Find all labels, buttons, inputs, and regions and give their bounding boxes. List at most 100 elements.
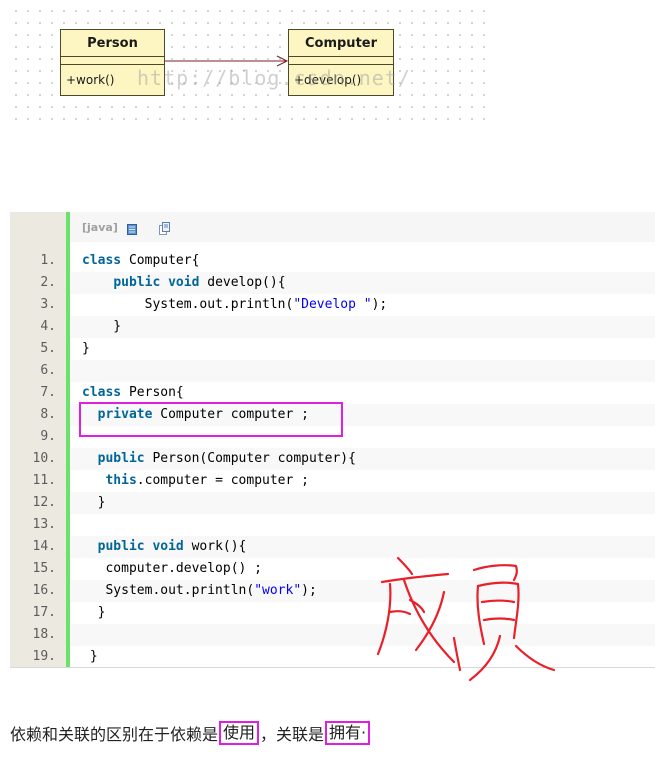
code-keyword: class bbox=[82, 253, 122, 268]
uml-diagram: Person +work() Computer +develop() http:… bbox=[10, 5, 488, 123]
code-token: ); bbox=[371, 297, 388, 312]
code-token: } bbox=[82, 341, 90, 356]
code-token: computer.develop() ; bbox=[82, 561, 263, 576]
uml-class-name: Person bbox=[61, 30, 164, 57]
code-text: } bbox=[82, 646, 98, 668]
uml-attributes-compartment bbox=[289, 57, 393, 65]
code-token: System.out.println( bbox=[82, 583, 255, 598]
line-number: 3. bbox=[40, 297, 56, 312]
code-text: } bbox=[82, 602, 106, 624]
line-number: 4. bbox=[40, 319, 56, 334]
line-number: 11. bbox=[32, 473, 56, 488]
code-keyword: void bbox=[152, 539, 184, 554]
code-text: } bbox=[82, 316, 121, 338]
line-number: 2. bbox=[40, 275, 56, 290]
language-label: [java] bbox=[82, 220, 118, 234]
code-text: this.computer = computer ; bbox=[82, 470, 309, 492]
code-keyword: public bbox=[97, 539, 145, 554]
code-token: System.out.println( bbox=[82, 297, 294, 312]
code-text: } bbox=[82, 338, 90, 360]
code-text: public void develop(){ bbox=[82, 272, 286, 294]
code-line: 7. class Person{ bbox=[10, 382, 655, 404]
line-number: 6. bbox=[40, 363, 56, 378]
code-text: class Computer{ bbox=[82, 250, 199, 272]
uml-class-name: Computer bbox=[289, 30, 393, 57]
code-text: public void work(){ bbox=[82, 536, 247, 558]
code-text: class Person{ bbox=[82, 382, 184, 404]
code-line: 5.} bbox=[10, 338, 655, 360]
code-token: .computer = computer ; bbox=[136, 473, 309, 488]
highlight-owns: 拥有· bbox=[325, 721, 371, 745]
note-text: ，关联是 bbox=[260, 725, 325, 744]
code-line: 11. this.computer = computer ; bbox=[10, 470, 655, 492]
line-number: 9. bbox=[40, 429, 56, 444]
code-token: } bbox=[82, 495, 106, 510]
code-string: "Develop " bbox=[293, 297, 372, 312]
code-keyword: public bbox=[97, 451, 145, 466]
code-toolbar: [java] bbox=[70, 212, 655, 242]
line-number: 15. bbox=[32, 561, 56, 576]
line-number: 10. bbox=[32, 451, 56, 466]
code-token: ); bbox=[301, 583, 317, 598]
line-number: 16. bbox=[32, 583, 56, 598]
code-line: 2. public void develop(){ bbox=[10, 272, 655, 294]
code-line-background bbox=[70, 514, 655, 536]
code-token: work(){ bbox=[183, 539, 247, 554]
code-line: 4. } bbox=[10, 316, 655, 338]
code-line-background bbox=[70, 492, 655, 514]
code-line-background bbox=[70, 316, 655, 338]
line-number: 14. bbox=[32, 539, 56, 554]
code-token: develop(){ bbox=[199, 275, 286, 290]
code-text: public Person(Computer computer){ bbox=[82, 448, 356, 470]
line-number: 13. bbox=[32, 517, 56, 532]
code-line-background bbox=[70, 646, 655, 668]
code-line: 13. bbox=[10, 514, 655, 536]
field-highlight-box bbox=[79, 402, 343, 437]
code-line-background bbox=[70, 338, 655, 360]
code-line-background bbox=[70, 624, 655, 646]
code-keyword: class bbox=[82, 385, 122, 400]
code-string: "work" bbox=[254, 583, 302, 598]
line-number: 7. bbox=[40, 385, 56, 400]
line-number: 12. bbox=[32, 495, 56, 510]
view-source-icon[interactable] bbox=[126, 221, 138, 235]
code-text: System.out.println("work"); bbox=[82, 580, 317, 602]
line-number: 5. bbox=[40, 341, 56, 356]
line-number: 1. bbox=[40, 253, 56, 268]
code-block: [java] 1. class Computer{2. public void d… bbox=[10, 212, 655, 682]
code-line: 12. } bbox=[10, 492, 655, 514]
code-token: } bbox=[82, 605, 106, 620]
uml-attributes-compartment bbox=[61, 57, 164, 65]
line-number: 17. bbox=[32, 605, 56, 620]
copy-code-icon[interactable] bbox=[158, 221, 170, 235]
code-line-background bbox=[70, 360, 655, 382]
code-token: } bbox=[82, 649, 98, 664]
code-keyword: this bbox=[105, 473, 137, 488]
code-text: computer.develop() ; bbox=[82, 558, 262, 580]
code-text: System.out.println("Develop "); bbox=[82, 294, 388, 316]
highlight-uses: 使用 bbox=[219, 721, 260, 745]
code-token: Person(Computer computer){ bbox=[144, 451, 356, 466]
code-line: 6. bbox=[10, 360, 655, 382]
note-text: 依赖和关联的区别在于依赖是 bbox=[10, 725, 219, 744]
handwritten-annotation bbox=[376, 556, 556, 682]
code-token: Person{ bbox=[121, 385, 184, 400]
code-token: Computer{ bbox=[121, 253, 200, 268]
line-number: 19. bbox=[32, 649, 56, 664]
code-line-background bbox=[70, 602, 655, 624]
code-text: } bbox=[82, 492, 106, 514]
line-number: 18. bbox=[32, 627, 56, 642]
code-keyword: void bbox=[168, 275, 200, 290]
explanation-note: 依赖和关联的区别在于依赖是 使用 ，关联是 拥有· bbox=[10, 721, 371, 745]
code-keyword: public bbox=[113, 275, 161, 290]
code-line: 1. class Computer{ bbox=[10, 250, 655, 272]
code-token: } bbox=[82, 319, 122, 334]
line-number: 8. bbox=[40, 407, 56, 422]
code-line: 3. System.out.println("Develop "); bbox=[10, 294, 655, 316]
code-line: 10. public Person(Computer computer){ bbox=[10, 448, 655, 470]
